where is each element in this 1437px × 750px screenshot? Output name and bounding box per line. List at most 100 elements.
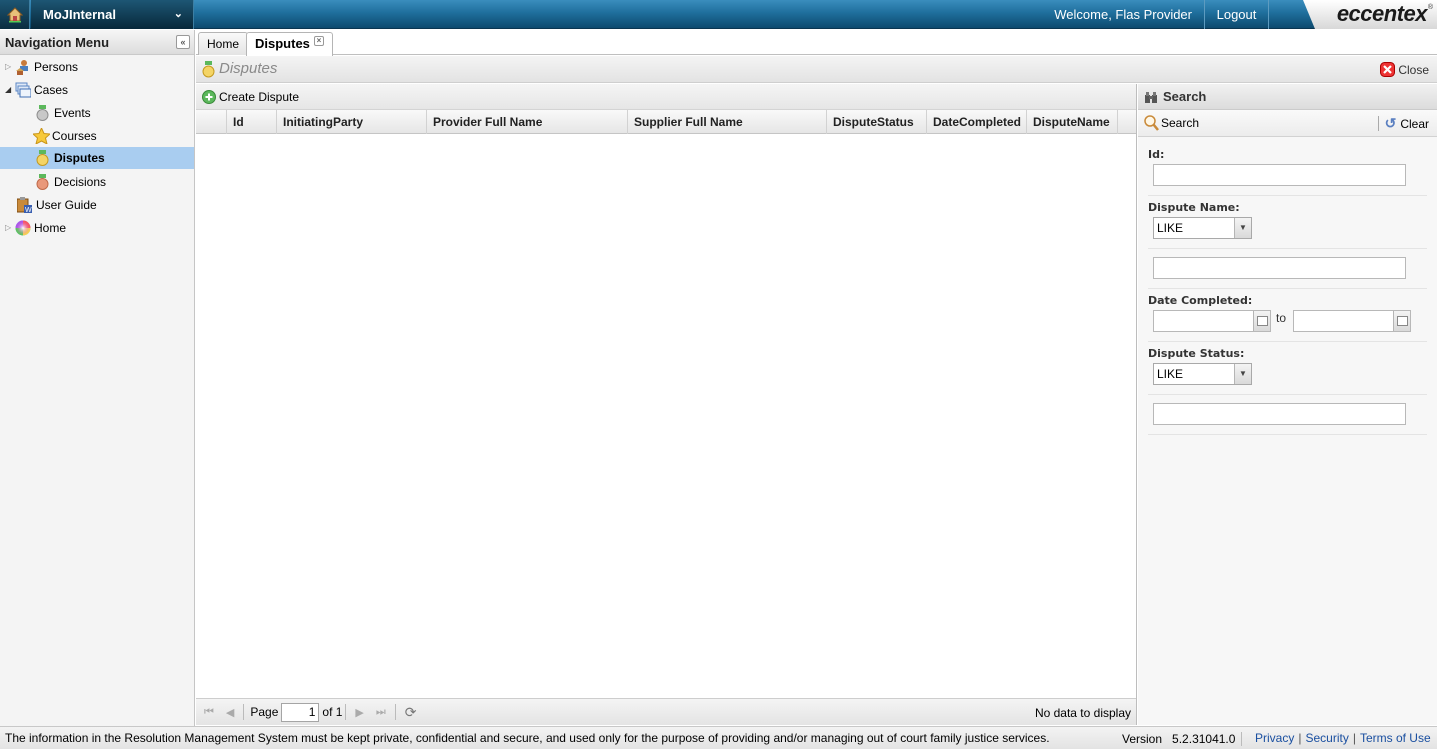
expand-arrow-icon[interactable]: ▷ <box>5 56 15 78</box>
nav-item-persons[interactable]: ▷ Persons <box>5 56 78 78</box>
calendar-icon[interactable] <box>1253 311 1270 331</box>
column-header-dispute-name[interactable]: DisputeName <box>1027 110 1118 134</box>
nav-item-decisions[interactable]: Decisions <box>35 171 106 193</box>
binoculars-icon <box>1145 92 1157 103</box>
dispute-status-label: Dispute Status: <box>1148 347 1245 360</box>
collapse-arrow-icon[interactable]: ◢ <box>5 79 15 101</box>
close-button[interactable]: Close <box>1380 62 1429 77</box>
privacy-link[interactable]: Privacy <box>1255 731 1294 745</box>
close-tab-icon[interactable]: × <box>313 36 324 46</box>
close-icon <box>1380 62 1396 77</box>
nav-item-events[interactable]: Events <box>35 102 91 124</box>
page-number-input[interactable] <box>281 702 320 722</box>
house-icon <box>6 6 23 22</box>
grid-toolbar: Create Dispute <box>196 84 1136 110</box>
search-button[interactable]: Search <box>1144 115 1199 131</box>
navigation-panel: Navigation Menu « ▷ Persons ◢ Cases Even… <box>0 30 195 726</box>
tab-home[interactable]: Home <box>198 32 249 55</box>
column-header-select <box>196 110 227 134</box>
navigation-header: Navigation Menu « <box>0 30 194 55</box>
nav-item-label: User Guide <box>36 198 97 212</box>
column-header-initiating-party[interactable]: InitiatingParty <box>277 110 427 134</box>
chevron-down-icon: ⌄ <box>173 8 183 20</box>
page-label: Page <box>250 705 279 719</box>
cases-icon <box>15 82 32 98</box>
date-from-input[interactable] <box>1153 310 1271 332</box>
calendar-icon[interactable] <box>1393 311 1410 331</box>
date-completed-label: Date Completed: <box>1148 294 1253 307</box>
welcome-text: Welcome, Flas Provider <box>1054 0 1205 29</box>
collapse-navigation-button[interactable]: « <box>176 35 190 49</box>
next-page-icon[interactable]: ▶ <box>355 706 363 719</box>
nav-item-label: Cases <box>34 83 69 97</box>
dispute-status-input[interactable] <box>1153 403 1406 425</box>
gold-medal-icon <box>35 150 51 166</box>
privacy-notice: The information in the Resolution Manage… <box>5 731 1050 745</box>
column-header-id[interactable]: Id <box>227 110 277 134</box>
bronze-medal-icon <box>35 174 51 190</box>
page-count: of 1 <box>322 705 343 719</box>
eccentex-logo: eccentex ® <box>1303 0 1437 29</box>
page-header: Disputes Close <box>196 56 1437 83</box>
nav-item-courses[interactable]: Courses <box>31 125 97 147</box>
dispute-status-operator-select[interactable]: LIKE ▼ <box>1153 363 1252 385</box>
id-label: Id: <box>1148 148 1165 161</box>
nav-item-label: Persons <box>34 60 79 74</box>
create-dispute-button[interactable]: Create Dispute <box>202 89 299 104</box>
color-wheel-icon <box>15 220 31 236</box>
tab-bar: Home Disputes × <box>196 30 1437 56</box>
star-icon <box>31 126 52 145</box>
nav-item-user-guide[interactable]: W User Guide <box>16 194 97 216</box>
previous-page-icon[interactable]: ◀ <box>226 706 234 719</box>
grid-body <box>196 135 1136 698</box>
nav-item-label: Home <box>34 221 67 235</box>
version-info: Version 5.2.31041.0 <box>1122 732 1243 746</box>
top-bar: MoJInternal ⌄ Welcome, Flas Provider Log… <box>0 0 1437 29</box>
home-button[interactable] <box>0 0 30 29</box>
search-toolbar: Search ↺ Clear <box>1138 110 1437 137</box>
pager: ⏮ ◀ Page of 1 ▶ ⏭ ⟳ No data to display <box>196 698 1136 725</box>
to-label: to <box>1276 311 1287 325</box>
nav-item-label: Disputes <box>54 151 105 165</box>
clear-button[interactable]: ↺ Clear <box>1385 115 1429 132</box>
dispute-name-label: Dispute Name: <box>1148 201 1240 214</box>
application-selector[interactable]: MoJInternal ⌄ <box>31 0 194 29</box>
first-page-icon[interactable]: ⏮ <box>204 706 214 719</box>
security-link[interactable]: Security <box>1305 731 1348 745</box>
grey-medal-icon <box>35 105 51 121</box>
dispute-name-operator-select[interactable]: LIKE ▼ <box>1153 217 1252 239</box>
logout-button[interactable]: Logout <box>1205 0 1269 29</box>
search-panel: Search Search ↺ Clear Id: Dispute Name: … <box>1138 84 1437 725</box>
date-to-input[interactable] <box>1293 310 1411 332</box>
add-icon <box>202 89 216 104</box>
column-header-provider-full-name[interactable]: Provider Full Name <box>427 110 628 134</box>
nav-item-label: Decisions <box>54 175 107 189</box>
magnifier-icon <box>1144 115 1159 131</box>
page-title: Disputes <box>219 60 278 77</box>
column-header-supplier-full-name[interactable]: Supplier Full Name <box>628 110 827 134</box>
tab-disputes[interactable]: Disputes × <box>246 32 333 56</box>
dispute-name-input[interactable] <box>1153 257 1406 279</box>
svg-text:W: W <box>25 207 32 213</box>
refresh-icon[interactable]: ⟳ <box>405 704 417 721</box>
column-header-date-completed[interactable]: DateCompleted <box>927 110 1027 134</box>
gold-medal-icon <box>202 61 216 81</box>
disputes-grid: Create Dispute Id InitiatingParty Provid… <box>196 84 1137 725</box>
footer-links: Privacy | Security | Terms of Use <box>1255 731 1431 745</box>
app-name: MoJInternal <box>43 7 116 22</box>
chevron-down-icon: ▼ <box>1234 364 1251 384</box>
expand-arrow-icon[interactable]: ▷ <box>5 217 15 239</box>
last-page-icon[interactable]: ⏭ <box>376 706 386 719</box>
id-input[interactable] <box>1153 164 1406 186</box>
column-header-dispute-status[interactable]: DisputeStatus <box>827 110 927 134</box>
nav-item-home[interactable]: ▷ Home <box>5 217 66 239</box>
chevron-down-icon: ▼ <box>1234 218 1251 238</box>
nav-item-disputes[interactable]: Disputes <box>0 147 194 169</box>
terms-of-use-link[interactable]: Terms of Use <box>1360 731 1431 745</box>
navigation-title: Navigation Menu <box>5 35 110 50</box>
nav-item-label: Courses <box>52 129 97 143</box>
nav-item-cases[interactable]: ◢ Cases <box>5 79 68 101</box>
search-panel-header: Search <box>1138 84 1437 110</box>
user-guide-icon: W <box>16 197 33 214</box>
nav-item-label: Events <box>54 106 91 120</box>
